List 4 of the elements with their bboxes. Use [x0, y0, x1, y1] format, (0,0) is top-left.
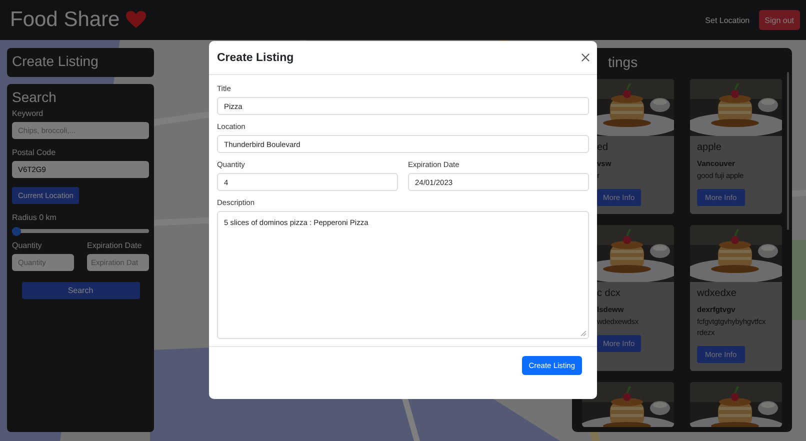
set-location-link[interactable]: Set Location [705, 16, 750, 24]
heart-icon [126, 11, 146, 29]
sign-out-button[interactable]: Sign out [758, 10, 800, 30]
brand-title: Food Share [10, 8, 120, 32]
